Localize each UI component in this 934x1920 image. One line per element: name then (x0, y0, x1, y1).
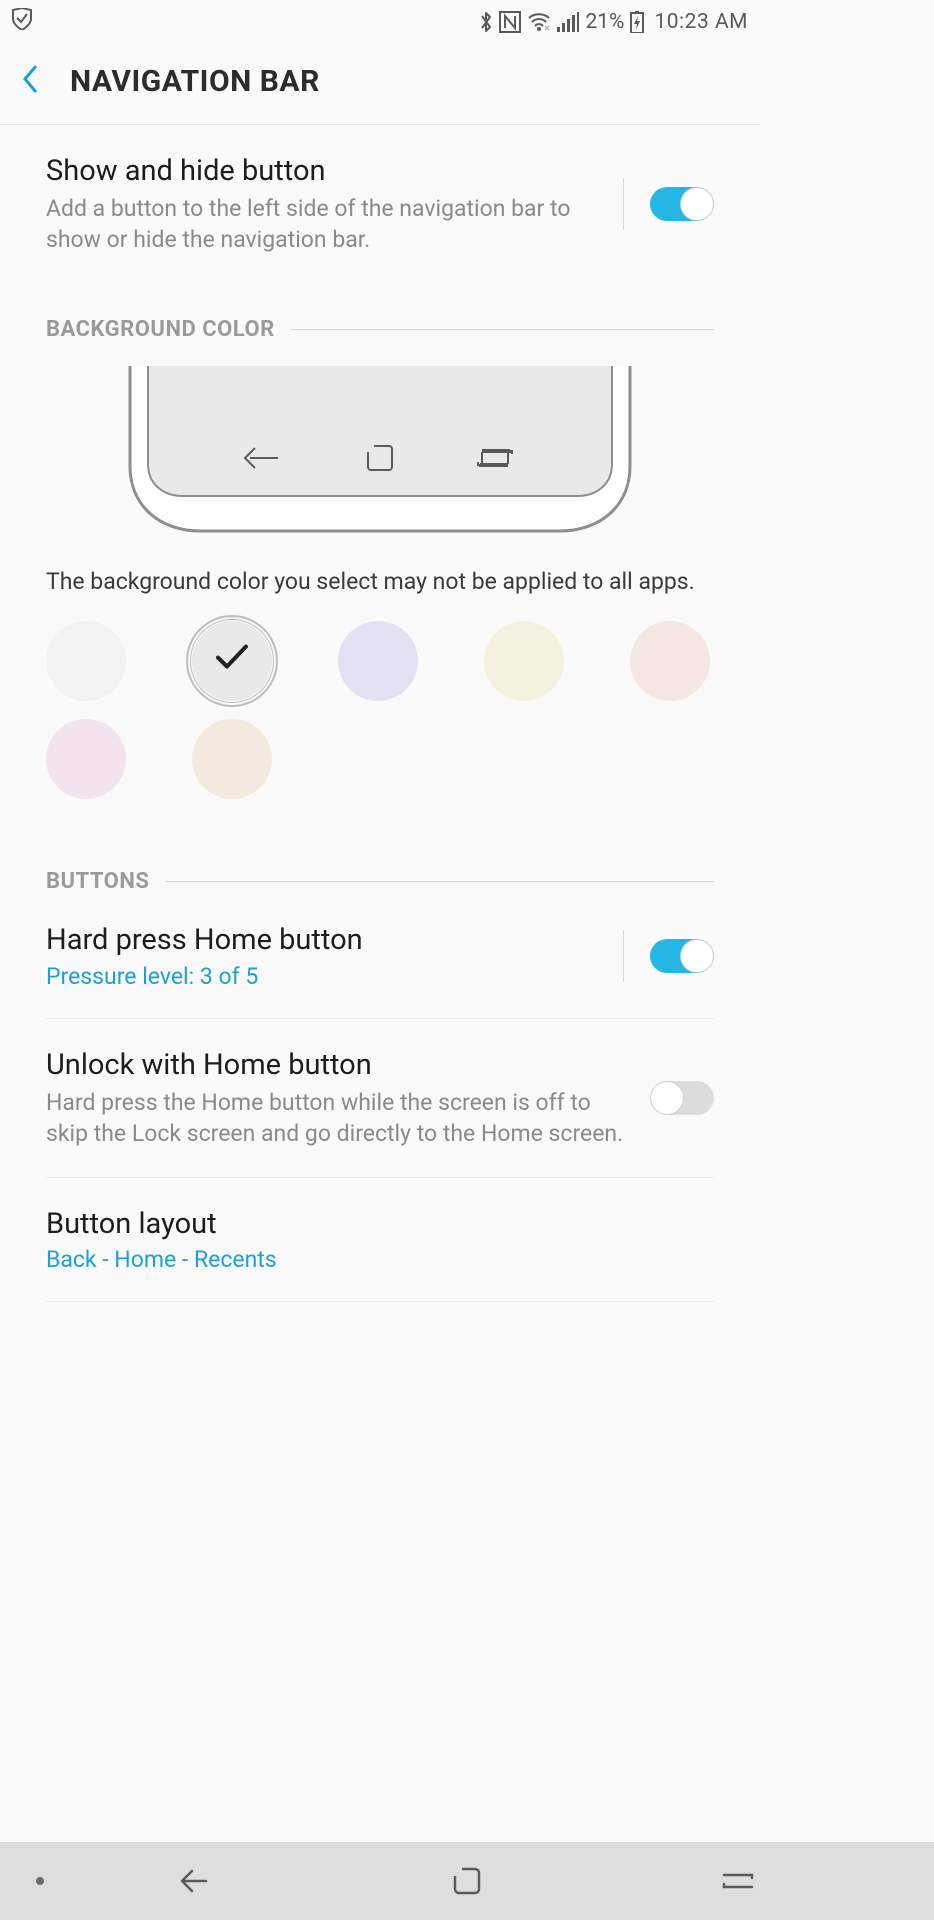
section-label: BUTTONS (46, 869, 149, 894)
nfc-icon (499, 11, 521, 33)
row-subtext: Back - Home - Recents (46, 1246, 714, 1273)
row-title: Show and hide button (46, 153, 603, 189)
swatch-white[interactable] (46, 621, 126, 701)
row-text: Show and hide button Add a button to the… (46, 153, 603, 255)
divider (46, 1301, 714, 1302)
back-icon[interactable] (20, 62, 42, 100)
divider (623, 930, 624, 982)
row-description: Add a button to the left side of the nav… (46, 193, 603, 255)
status-left (12, 8, 32, 36)
swatch-light-grey[interactable] (192, 621, 272, 701)
row-unlock-with-home[interactable]: Unlock with Home button Hard press the H… (0, 1019, 760, 1177)
row-title: Hard press Home button (46, 922, 603, 958)
row-hard-press-home[interactable]: Hard press Home button Pressure level: 3… (0, 894, 760, 1017)
row-text: Hard press Home button Pressure level: 3… (46, 922, 603, 989)
section-label: BACKGROUND COLOR (46, 317, 275, 342)
section-header-buttons: BUTTONS (0, 799, 760, 894)
nav-recents-icon[interactable] (718, 1865, 758, 1897)
preview-caption: The background color you select may not … (46, 566, 714, 597)
swatch-peach[interactable] (192, 719, 272, 799)
swatch-cream[interactable] (484, 621, 564, 701)
row-text: Button layout Back - Home - Recents (46, 1206, 714, 1273)
check-icon (212, 642, 252, 678)
status-time: 10:23 AM (654, 10, 748, 34)
toggle-unlock-home[interactable] (650, 1081, 714, 1115)
row-title: Button layout (46, 1206, 714, 1242)
nav-back-icon[interactable] (176, 1865, 216, 1897)
swatch-blush[interactable] (630, 621, 710, 701)
row-button-layout[interactable]: Button layout Back - Home - Recents (0, 1178, 760, 1301)
row-subtext: Pressure level: 3 of 5 (46, 963, 603, 990)
settings-list: Show and hide button Add a button to the… (0, 125, 760, 1302)
navbar-preview: The background color you select may not … (0, 342, 760, 597)
wifi-icon (527, 12, 551, 32)
app-header: NAVIGATION BAR (0, 44, 760, 125)
system-navigation-bar (0, 1842, 934, 1920)
navbar-toggle-dot[interactable] (36, 1877, 44, 1885)
swatch-pink[interactable] (46, 719, 126, 799)
color-swatches (0, 597, 760, 799)
signal-icon (557, 12, 579, 32)
divider (623, 178, 624, 230)
row-title: Unlock with Home button (46, 1047, 630, 1083)
battery-text: 21% (585, 10, 624, 34)
page-title: NAVIGATION BAR (70, 64, 320, 99)
row-text: Unlock with Home button Hard press the H… (46, 1047, 630, 1149)
swatch-lavender[interactable] (338, 621, 418, 701)
status-right: 21% 10:23 AM (479, 10, 748, 34)
section-header-background-color: BACKGROUND COLOR (0, 283, 760, 342)
section-line (291, 329, 714, 330)
battery-icon (630, 11, 644, 33)
row-description: Hard press the Home button while the scr… (46, 1087, 630, 1149)
bluetooth-icon (479, 11, 493, 33)
toggle-hard-press[interactable] (650, 939, 714, 973)
row-show-hide-button[interactable]: Show and hide button Add a button to the… (0, 125, 760, 283)
nav-home-icon[interactable] (451, 1865, 483, 1897)
device-preview (120, 366, 640, 536)
play-protect-icon (12, 8, 32, 36)
section-line (165, 881, 714, 882)
status-bar: 21% 10:23 AM (0, 0, 760, 44)
toggle-show-hide[interactable] (650, 187, 714, 221)
